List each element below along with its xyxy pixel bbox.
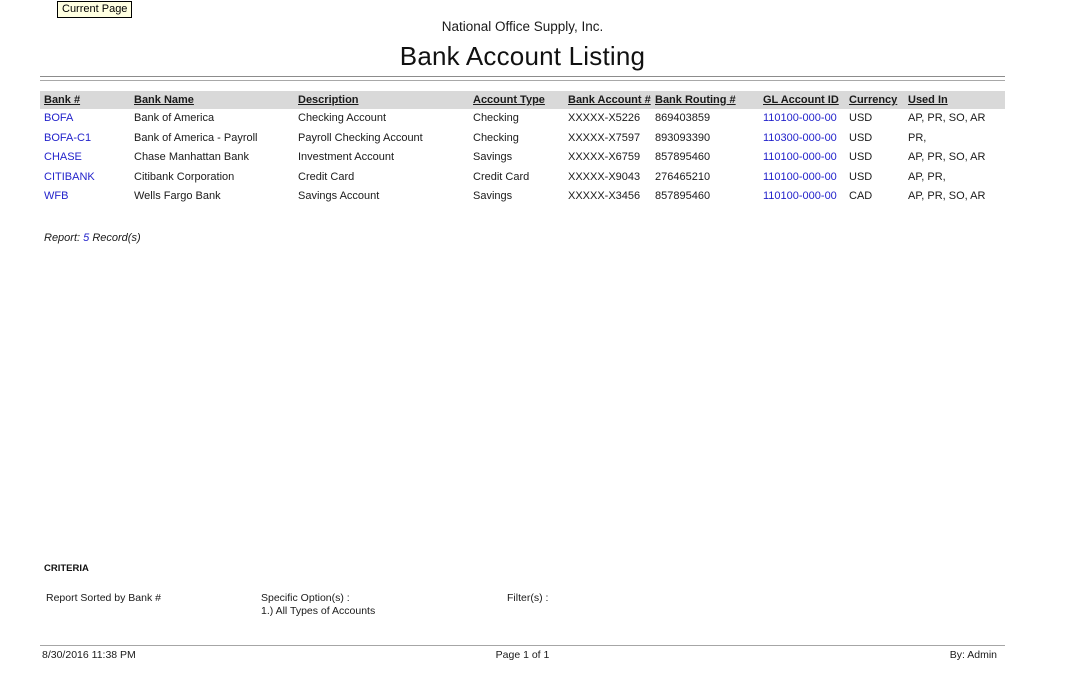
table-row: CITIBANK Citibank Corporation Credit Car… [40,168,1005,188]
column-header-description[interactable]: Description [298,91,473,109]
table-body: BOFA Bank of America Checking Account Ch… [40,109,1005,207]
cell-account-type: Savings [473,187,568,207]
cell-used-in: AP, PR, [908,168,1005,188]
cell-bank-number[interactable]: WFB [44,187,134,207]
column-header-bank-number[interactable]: Bank # [44,91,134,109]
column-header-gl-account[interactable]: GL Account ID [763,91,849,109]
cell-bank-name: Bank of America - Payroll [134,129,298,149]
cell-account-type: Credit Card [473,168,568,188]
cell-description: Payroll Checking Account [298,129,473,149]
cell-bank-number[interactable]: CHASE [44,148,134,168]
criteria-filters-label: Filter(s) : [507,592,548,604]
cell-used-in: PR, [908,129,1005,149]
criteria-heading: CRITERIA [44,563,89,574]
page-title: Bank Account Listing [40,41,1005,72]
report-footer: 8/30/2016 11:38 PM Page 1 of 1 By: Admin [40,649,1005,663]
column-header-bank-name[interactable]: Bank Name [134,91,298,109]
record-count: Report: 5 Record(s) [44,232,141,244]
cell-bank-routing: 276465210 [655,168,763,188]
criteria-sorted-by: Report Sorted by Bank # [46,592,161,604]
cell-account-type: Savings [473,148,568,168]
cell-gl-account-id[interactable]: 110100-000-00 [763,109,849,129]
cell-used-in: AP, PR, SO, AR [908,109,1005,129]
title-divider [40,76,1005,81]
report-page: Current Page National Office Supply, Inc… [0,0,1088,674]
cell-bank-account: XXXXX-X5226 [568,109,655,129]
cell-gl-account-id[interactable]: 110100-000-00 [763,187,849,207]
cell-gl-account-id[interactable]: 110100-000-00 [763,168,849,188]
cell-description: Investment Account [298,148,473,168]
table-header-row: Bank # Bank Name Description Account Typ… [40,91,1005,109]
cell-bank-account: XXXXX-X7597 [568,129,655,149]
column-header-bank-account[interactable]: Bank Account # [568,91,655,109]
cell-currency: CAD [849,187,908,207]
table-row: BOFA Bank of America Checking Account Ch… [40,109,1005,129]
cell-bank-name: Citibank Corporation [134,168,298,188]
table-row: WFB Wells Fargo Bank Savings Account Sav… [40,187,1005,207]
table-row: CHASE Chase Manhattan Bank Investment Ac… [40,148,1005,168]
current-page-button[interactable]: Current Page [57,1,132,18]
cell-account-type: Checking [473,129,568,149]
company-name: National Office Supply, Inc. [40,19,1005,34]
column-header-account-type[interactable]: Account Type [473,91,568,109]
cell-description: Checking Account [298,109,473,129]
cell-currency: USD [849,148,908,168]
cell-bank-routing: 857895460 [655,187,763,207]
cell-bank-number[interactable]: BOFA-C1 [44,129,134,149]
column-header-bank-routing[interactable]: Bank Routing # [655,91,763,109]
record-count-prefix: Report: [44,232,83,244]
footer-divider [40,645,1005,646]
cell-bank-account: XXXXX-X9043 [568,168,655,188]
cell-currency: USD [849,109,908,129]
criteria-specific-option-item: 1.) All Types of Accounts [261,605,375,617]
cell-description: Savings Account [298,187,473,207]
cell-used-in: AP, PR, SO, AR [908,148,1005,168]
cell-gl-account-id[interactable]: 110300-000-00 [763,129,849,149]
footer-page-number: Page 1 of 1 [40,649,1005,661]
cell-bank-routing: 893093390 [655,129,763,149]
cell-description: Credit Card [298,168,473,188]
cell-account-type: Checking [473,109,568,129]
cell-bank-routing: 857895460 [655,148,763,168]
table-row: BOFA-C1 Bank of America - Payroll Payrol… [40,129,1005,149]
column-header-used-in[interactable]: Used In [908,91,1005,109]
cell-currency: USD [849,168,908,188]
criteria-specific-options-label: Specific Option(s) : [261,592,375,604]
column-header-currency[interactable]: Currency [849,91,908,109]
cell-bank-name: Wells Fargo Bank [134,187,298,207]
cell-bank-name: Bank of America [134,109,298,129]
record-count-suffix: Record(s) [89,232,140,244]
cell-gl-account-id[interactable]: 110100-000-00 [763,148,849,168]
cell-bank-name: Chase Manhattan Bank [134,148,298,168]
footer-author: By: Admin [950,649,997,661]
cell-currency: USD [849,129,908,149]
cell-used-in: AP, PR, SO, AR [908,187,1005,207]
criteria-specific-options: Specific Option(s) : 1.) All Types of Ac… [261,592,375,617]
cell-bank-routing: 869403859 [655,109,763,129]
cell-bank-account: XXXXX-X3456 [568,187,655,207]
cell-bank-account: XXXXX-X6759 [568,148,655,168]
cell-bank-number[interactable]: BOFA [44,109,134,129]
cell-bank-number[interactable]: CITIBANK [44,168,134,188]
